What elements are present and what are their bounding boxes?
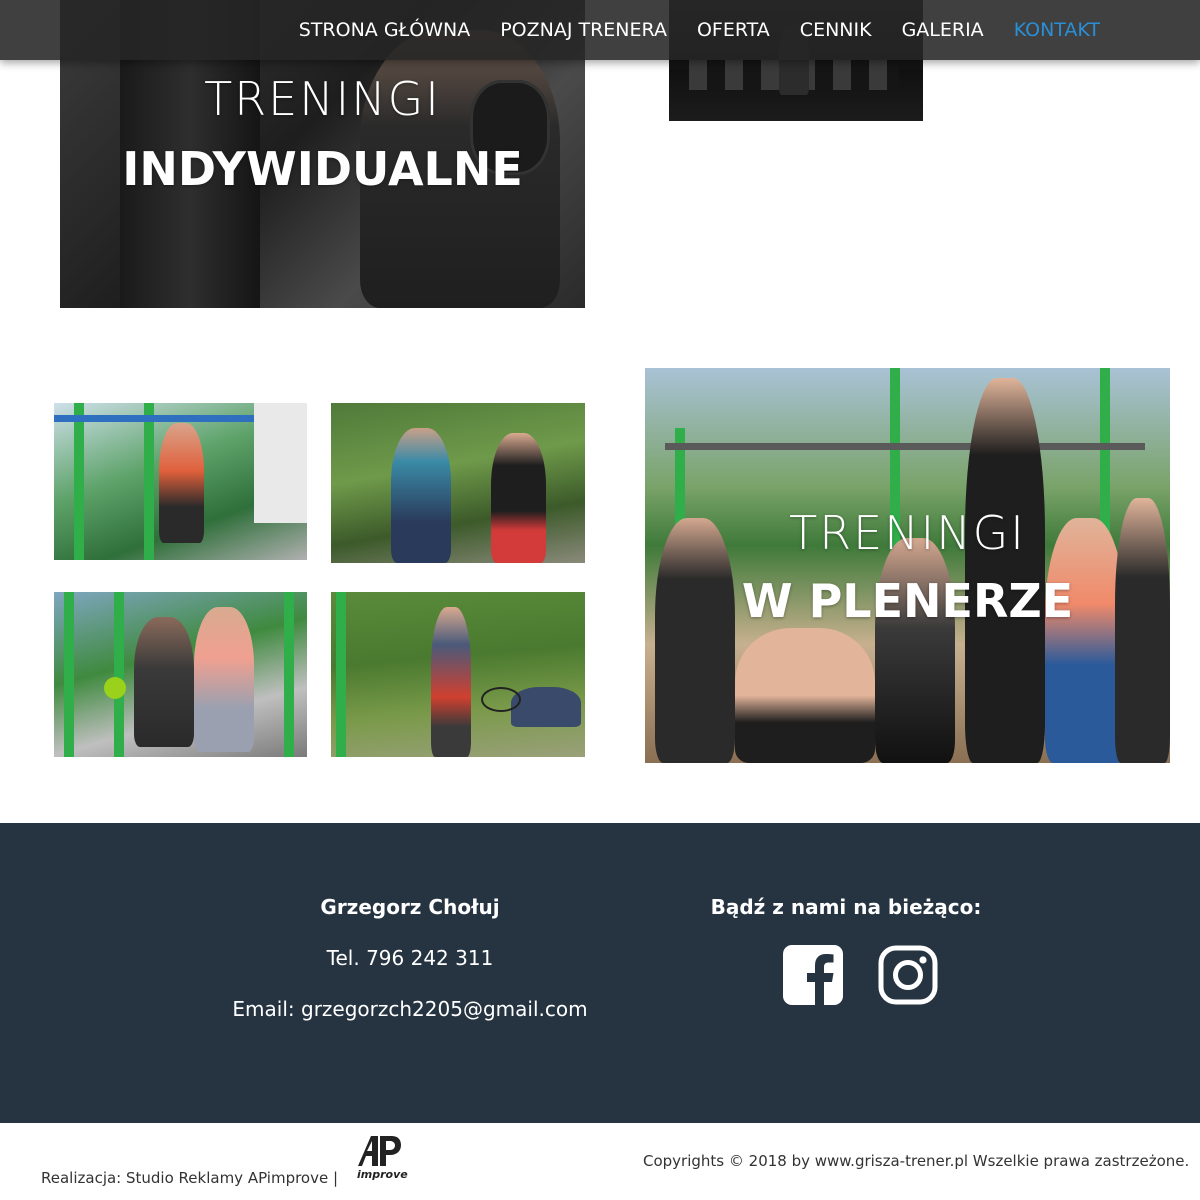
bar-pole: [114, 592, 124, 757]
client-figure: [491, 433, 546, 563]
copyright-text: Copyrights © 2018 by www.grisza-trener.p…: [643, 1152, 1190, 1170]
footer-contact-section: Grzegorz Chołuj Tel. 796 242 311 Email: …: [0, 823, 1200, 1123]
outdoor-title-bold: W PLENERZE: [741, 574, 1074, 628]
nav-about-trainer[interactable]: POZNAJ TRENERA: [500, 19, 667, 41]
signboard-shape: [254, 403, 307, 523]
trainer-figure: [134, 617, 194, 747]
bicycle-shape: [481, 687, 521, 712]
pullup-bar: [54, 415, 254, 422]
studio-credit[interactable]: Realizacja: Studio Reklamy APimprove |: [41, 1169, 338, 1187]
bar-pole: [284, 592, 294, 757]
apimprove-logo-text: improve: [357, 1168, 408, 1181]
gallery-photo-2[interactable]: [331, 403, 585, 563]
gallery-photo-4[interactable]: [331, 592, 585, 757]
athlete-figure: [194, 607, 254, 752]
nav-pricing[interactable]: CENNIK: [800, 19, 872, 41]
athlete-figure: [159, 423, 204, 543]
client-figure: [511, 687, 581, 727]
nav-offer[interactable]: OFERTA: [697, 19, 770, 41]
social-heading: Bądź z nami na bieżąco:: [710, 895, 982, 919]
group-person-figure: [875, 538, 955, 763]
trainer-figure: [431, 607, 471, 757]
outdoor-title-light: TRENINGI: [789, 506, 1026, 560]
individual-title-bold: INDYWIDUALNE: [122, 142, 523, 196]
bar-pole: [144, 403, 154, 560]
group-person-figure: [965, 378, 1045, 763]
social-column: Bądź z nami na bieżąco:: [700, 895, 992, 919]
main-navbar: STRONA GŁÓWNA POZNAJ TRENERA OFERTA CENN…: [0, 0, 1200, 60]
nav-gallery[interactable]: GALERIA: [902, 19, 984, 41]
nav-menu: STRONA GŁÓWNA POZNAJ TRENERA OFERTA CENN…: [269, 0, 1100, 60]
bar-pole: [336, 592, 346, 757]
gallery-photo-3[interactable]: [54, 592, 307, 757]
gallery-photo-1[interactable]: [54, 403, 307, 560]
nav-home[interactable]: STRONA GŁÓWNA: [299, 19, 470, 41]
group-person-figure: [735, 628, 875, 763]
bar-pole: [64, 592, 74, 757]
bar-pole: [74, 403, 84, 560]
outdoor-training-photo[interactable]: TRENINGI W PLENERZE: [645, 368, 1170, 763]
trainer-figure: [391, 428, 451, 563]
contact-column: Grzegorz Chołuj Tel. 796 242 311 Email: …: [200, 895, 620, 1021]
individual-title-light: TRENINGI: [204, 72, 441, 126]
phone-number[interactable]: Tel. 796 242 311: [200, 946, 620, 970]
email-address[interactable]: Email: grzegorzch2205@gmail.com: [200, 997, 620, 1021]
instagram-icon[interactable]: [878, 945, 938, 1005]
horizontal-bar: [665, 443, 1145, 450]
kettlebell-shape: [104, 677, 126, 699]
facebook-icon[interactable]: [783, 945, 843, 1005]
trainer-name: Grzegorz Chołuj: [320, 895, 500, 919]
nav-contact[interactable]: KONTAKT: [1014, 19, 1100, 41]
